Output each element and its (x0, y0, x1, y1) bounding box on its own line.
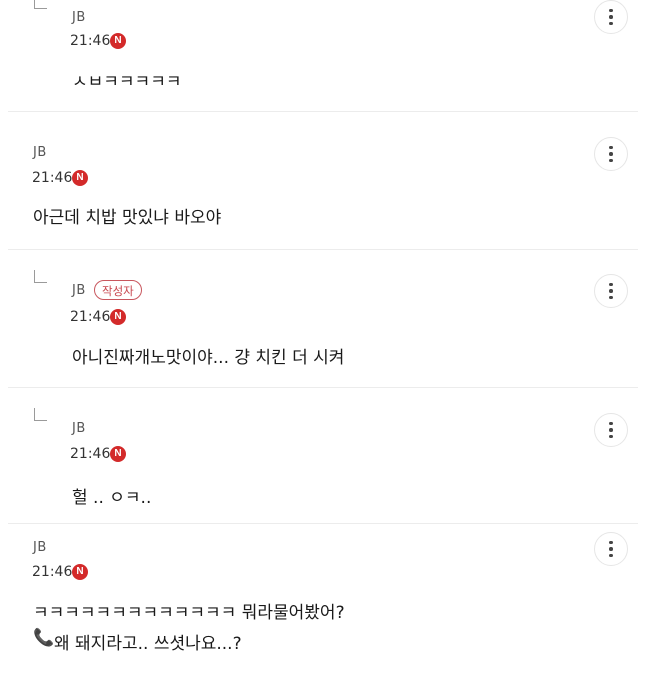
comment-text-line2: 왜 돼지라고.. 쓰셧나요...? (54, 634, 242, 654)
new-badge: N (110, 309, 126, 325)
more-options-button[interactable] (594, 274, 628, 308)
new-badge: N (72, 564, 88, 580)
reply-arrow-icon (34, 0, 47, 9)
comment-author[interactable]: JB (72, 421, 86, 436)
phone-icon: 📞 (33, 628, 55, 648)
more-vertical-icon (609, 145, 613, 150)
more-options-button[interactable] (594, 413, 628, 447)
comment-item: JB 작성자 21:46 N 아니진짜개노맛이야... 걍 치킨 더 시켜 (8, 250, 638, 388)
new-badge: N (110, 446, 126, 462)
more-vertical-icon (609, 282, 613, 287)
comment-time: 21:46 (70, 33, 111, 49)
comment-text: 헐 .. ㅇㅋ.. (72, 488, 152, 508)
writer-badge: 작성자 (94, 280, 142, 300)
comment-item: JB 21:46 N 아근데 치밥 맛있냐 바오야 (8, 112, 638, 250)
more-options-button[interactable] (594, 137, 628, 171)
comment-author[interactable]: JB (33, 540, 47, 555)
comment-item: JB 21:46 N ㅋㅋㅋㅋㅋㅋㅋㅋㅋㅋㅋㅋㅋ 뭐라물어봤어? 📞 왜 돼지라… (8, 524, 638, 692)
comment-time: 21:46 (70, 309, 111, 325)
reply-arrow-icon (34, 408, 47, 421)
more-vertical-icon (609, 8, 613, 13)
new-badge: N (72, 170, 88, 186)
comment-text: ㅅㅂㅋㅋㅋㅋㅋ (72, 72, 182, 92)
comment-text: 아근데 치밥 맛있냐 바오야 (33, 208, 222, 228)
comment-item: JB 21:46 N ㅅㅂㅋㅋㅋㅋㅋ (8, 0, 638, 112)
reply-arrow-icon (34, 270, 47, 283)
more-vertical-icon (609, 540, 613, 545)
comment-time: 21:46 (70, 446, 111, 462)
new-badge: N (110, 33, 126, 49)
comment-text: 아니진짜개노맛이야... 걍 치킨 더 시켜 (72, 348, 345, 368)
more-vertical-icon (609, 421, 613, 426)
comment-item: JB 21:46 N 헐 .. ㅇㅋ.. (8, 388, 638, 524)
comment-text: ㅋㅋㅋㅋㅋㅋㅋㅋㅋㅋㅋㅋㅋ 뭐라물어봤어? (33, 603, 345, 623)
comment-author[interactable]: JB (33, 145, 47, 160)
comment-time: 21:46 (32, 564, 73, 580)
more-options-button[interactable] (594, 532, 628, 566)
comment-time: 21:46 (32, 170, 73, 186)
more-options-button[interactable] (594, 0, 628, 34)
comment-author[interactable]: JB (72, 10, 86, 25)
comment-author[interactable]: JB (72, 283, 86, 298)
